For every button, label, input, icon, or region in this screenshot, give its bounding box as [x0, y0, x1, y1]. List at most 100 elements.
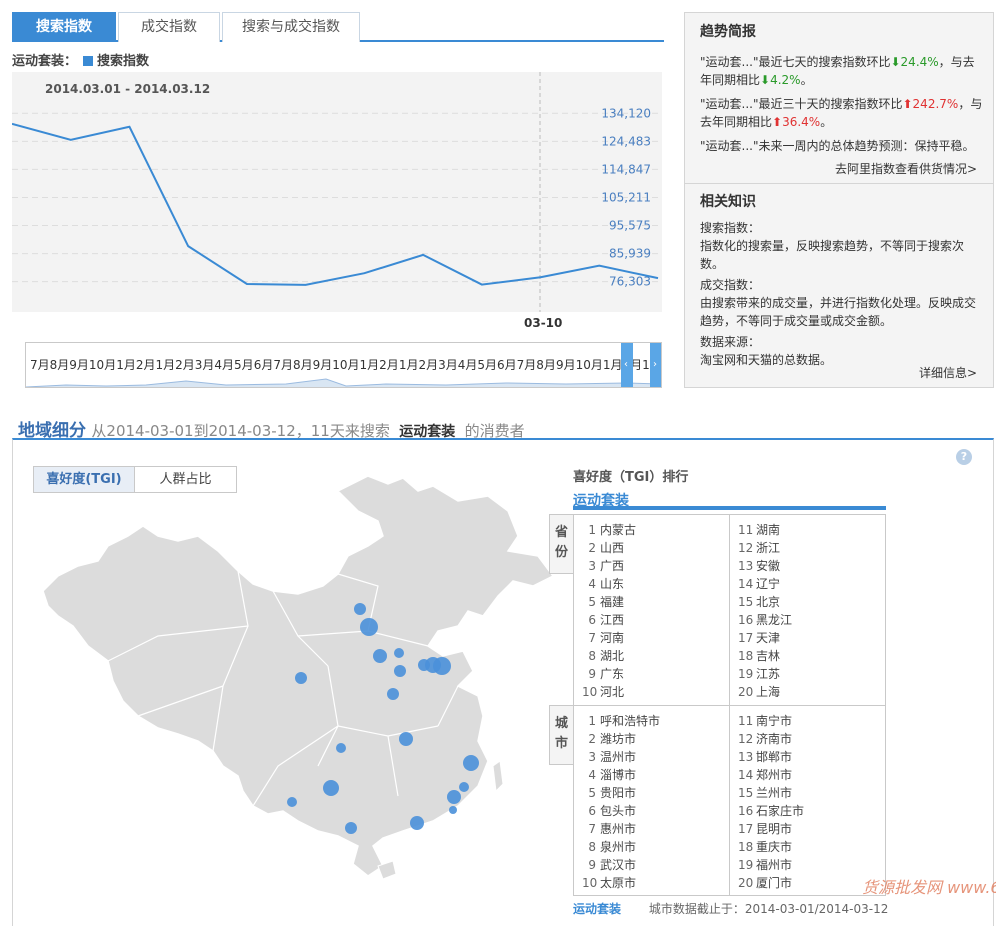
- index-tabs: 搜索指数 成交指数 搜索与成交指数: [12, 12, 664, 42]
- city-bubble[interactable]: [295, 672, 307, 684]
- y-tick-label: 114,847: [601, 162, 651, 176]
- chart-x-marker: 03-10: [524, 316, 563, 330]
- rank-name: 郑州市: [756, 768, 793, 782]
- footer-note: 城市数据截止于：2014-03-01/2014-03-12: [648, 902, 889, 916]
- ranking-row: 3 温州市: [582, 748, 660, 766]
- ranking-row: 11 南宁市: [738, 712, 804, 730]
- ranking-row: 1 呼和浩特市: [582, 712, 660, 730]
- timeline-label: 3月: [194, 358, 215, 372]
- city-bubble[interactable]: [373, 649, 387, 663]
- rank-number: 13: [738, 750, 754, 764]
- city-bubble[interactable]: [323, 780, 339, 796]
- up-arrow-icon: ⬆: [772, 115, 783, 129]
- tab-city[interactable]: 城市: [549, 705, 573, 765]
- knowledge-title: 相关知识: [700, 194, 756, 210]
- city-bubble[interactable]: [399, 732, 413, 746]
- rank-name: 安徽: [756, 559, 781, 573]
- trend-forecast: "运动套..."未来一周内的总体趋势预测：保持平稳。: [700, 139, 975, 153]
- rank-number: 5: [588, 595, 596, 609]
- rank-name: 河北: [600, 685, 625, 699]
- city-bubble[interactable]: [345, 822, 357, 834]
- ranking-row: 10 河北: [582, 683, 636, 701]
- ranking-row: 12 济南市: [738, 730, 804, 748]
- city-bubble[interactable]: [433, 657, 451, 675]
- timeline-label: 2月: [379, 358, 399, 372]
- rank-number: 17: [738, 822, 754, 836]
- trend-weekly-value: 24.4%: [900, 55, 939, 69]
- city-bubble[interactable]: [360, 618, 378, 636]
- ranking-row: 6 包头市: [582, 802, 660, 820]
- rank-name: 河南: [600, 631, 625, 645]
- timeline-label: 2月: [175, 358, 195, 372]
- rank-name: 福建: [600, 595, 625, 609]
- rank-name: 惠州市: [600, 822, 637, 836]
- slider-handle-right[interactable]: ›: [650, 343, 661, 387]
- ranking-row: 10 太原市: [582, 874, 660, 892]
- tab-search-deal-index[interactable]: 搜索与成交指数: [222, 12, 360, 42]
- ranking-header: 喜好度（TGI）排行 运动套装: [573, 466, 688, 510]
- city-bubble[interactable]: [449, 806, 457, 814]
- city-bubble[interactable]: [336, 743, 346, 753]
- ali-index-link[interactable]: 去阿里指数查看供货情况>: [835, 160, 977, 178]
- knowledge-deal-term: 成交指数：: [700, 278, 761, 292]
- timeline-label: 9月: [312, 358, 333, 372]
- timeline-label: 3月: [438, 358, 458, 372]
- timeline-label: 6月: [253, 358, 274, 372]
- city-bubble[interactable]: [394, 648, 404, 658]
- timeline-label: 8月: [49, 358, 70, 372]
- timeline-label: 1月: [359, 358, 380, 372]
- city-bubble[interactable]: [287, 797, 297, 807]
- knowledge-deal-desc: 由搜索带来的成交量，并进行指数化处理。反映成交趋势，不等同于成交量或成交金额。: [700, 296, 977, 328]
- ranking-row: 5 福建: [582, 593, 636, 611]
- trend-weekly: "运动套..."最近七天的搜索指数环比⬇24.4%，与去年同期相比⬇4.2%。: [700, 53, 985, 89]
- rank-number: 14: [738, 768, 754, 782]
- rank-name: 淄博市: [600, 768, 637, 782]
- city-bubble[interactable]: [459, 782, 469, 792]
- timeline-slider[interactable]: 7月8月9月10月1月2月1月2月3月4月5月6月7月8月9月10月1月2月1月…: [25, 342, 662, 388]
- help-icon[interactable]: ?: [956, 449, 972, 465]
- timeline-label: 5月: [234, 358, 254, 372]
- ranking-row: 3 广西: [582, 557, 636, 575]
- ranking-table: 1 内蒙古 2 山西 3 广西 4 山东 5 福建 6 江西 7 河南 8 湖北 9 广东 10 河北 11 湖南 12 浙…: [573, 514, 886, 896]
- city-bubble[interactable]: [463, 755, 479, 771]
- city-bubble[interactable]: [354, 603, 366, 615]
- rank-name: 潍坊市: [600, 732, 637, 746]
- trend-title: 趋势简报: [700, 24, 756, 40]
- ranking-row: 14 郑州市: [738, 766, 804, 784]
- trend-monthly-value: 242.7%: [912, 97, 959, 111]
- city-bubble[interactable]: [387, 688, 399, 700]
- tab-deal-index[interactable]: 成交指数: [118, 12, 220, 42]
- city-bubble[interactable]: [447, 790, 461, 804]
- ranking-underline: [573, 506, 886, 510]
- watermark: 货源批发网 www.6pf.cn: [862, 878, 996, 897]
- city-bubble[interactable]: [394, 665, 406, 677]
- y-tick-label: 95,575: [609, 219, 651, 233]
- rank-number: 6: [588, 613, 596, 627]
- timeline-label: 9月: [69, 358, 89, 372]
- details-link[interactable]: 详细信息>: [919, 364, 977, 382]
- footer-keyword-link[interactable]: 运动套装: [573, 902, 621, 916]
- ranking-row: 7 河南: [582, 629, 636, 647]
- ranking-row: 11 湖南: [738, 521, 792, 539]
- ranking-row: 6 江西: [582, 611, 636, 629]
- ranking-row: 9 武汉市: [582, 856, 660, 874]
- tab-search-index[interactable]: 搜索指数: [12, 12, 116, 42]
- ranking-row: 20 厦门市: [738, 874, 804, 892]
- rank-number: 11: [738, 714, 754, 728]
- city-bubble[interactable]: [410, 816, 424, 830]
- rank-number: 15: [738, 786, 754, 800]
- rank-name: 湖北: [600, 649, 625, 663]
- rank-name: 呼和浩特市: [600, 714, 661, 728]
- rank-name: 湖南: [756, 523, 781, 537]
- slider-handle-left[interactable]: ‹: [621, 343, 633, 387]
- tab-province[interactable]: 省份: [549, 514, 573, 574]
- ranking-row: 2 山西: [582, 539, 636, 557]
- rank-number: 18: [738, 649, 754, 663]
- rank-name: 内蒙古: [600, 523, 637, 537]
- down-arrow-icon: ⬇: [760, 73, 771, 87]
- rank-number: 1: [588, 523, 596, 537]
- trend-monthly-yoy-value: 36.4%: [782, 115, 821, 129]
- rank-number: 2: [588, 541, 596, 555]
- rank-name: 吉林: [756, 649, 781, 663]
- timeline-label: 9月: [555, 358, 576, 372]
